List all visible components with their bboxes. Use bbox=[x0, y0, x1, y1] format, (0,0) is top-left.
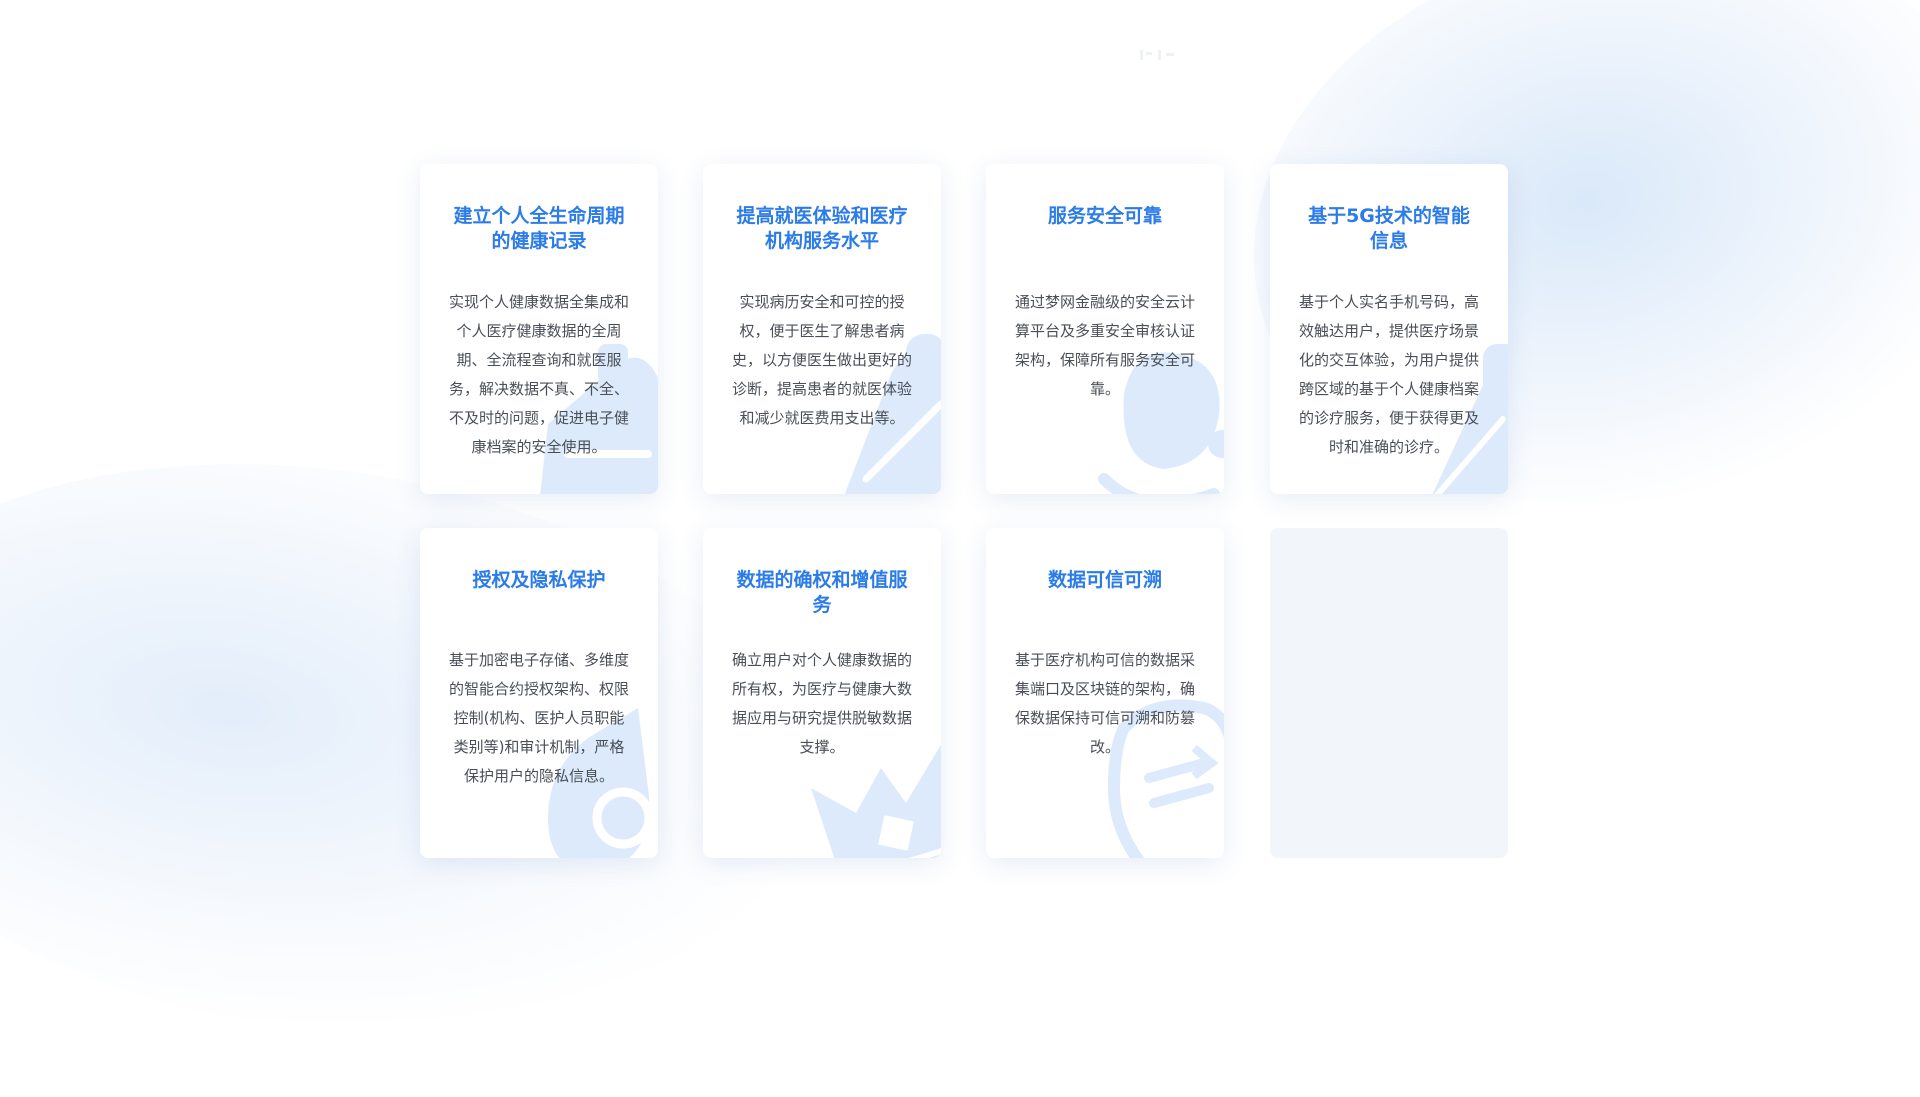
feature-card-health-record: 建立个人全生命周期的健康记录 实现个人健康数据全集成和个人医疗健康数据的全周期、… bbox=[420, 164, 658, 494]
feature-card-medical-experience: 提高就医体验和医疗机构服务水平 实现病历安全和可控的授权，便于医生了解患者病史，… bbox=[703, 164, 941, 494]
feature-card-service-security: 服务安全可靠 通过梦网金融级的安全云计算平台及多重安全审核认证架构，保障所有服务… bbox=[986, 164, 1224, 494]
card-title: 数据的确权和增值服务 bbox=[736, 569, 908, 616]
card-description: 通过梦网金融级的安全云计算平台及多重安全审核认证架构，保障所有服务安全可靠。 bbox=[1014, 293, 1195, 398]
card-title: 提高就医体验和医疗机构服务水平 bbox=[736, 205, 908, 252]
card-description: 基于加密电子存储、多维度的智能合约授权架构、权限控制(机构、医护人员职能类别等)… bbox=[448, 651, 629, 785]
card-description: 实现个人健康数据全集成和个人医疗健康数据的全周期、全流程查询和就医服务，解决数据… bbox=[448, 293, 629, 456]
card-description: 基于个人实名手机号码，高效触达用户，提供医疗场景化的交互体验，为用户提供跨区域的… bbox=[1298, 293, 1479, 456]
feature-card-5g-info: 基于5G技术的智能信息 基于个人实名手机号码，高效触达用户，提供医疗场景化的交互… bbox=[1270, 164, 1508, 494]
card-title: 基于5G技术的智能信息 bbox=[1308, 205, 1470, 252]
header-logo-icon bbox=[1140, 50, 1174, 60]
feature-card-privacy: 授权及隐私保护 基于加密电子存储、多维度的智能合约授权架构、权限控制(机构、医护… bbox=[420, 528, 658, 858]
card-title: 建立个人全生命周期的健康记录 bbox=[453, 205, 625, 252]
feature-card-placeholder bbox=[1270, 528, 1508, 858]
card-description: 实现病历安全和可控的授权，便于医生了解患者病史，以方便医生做出更好的诊断，提高患… bbox=[731, 293, 912, 427]
feature-card-data-rights: 数据的确权和增值服务 确立用户对个人健康数据的所有权，为医疗与健康大数据应用与研… bbox=[703, 528, 941, 858]
card-title: 数据可信可溯 bbox=[1047, 569, 1162, 591]
card-title: 授权及隐私保护 bbox=[472, 569, 606, 591]
card-title: 服务安全可靠 bbox=[1047, 205, 1162, 227]
feature-card-data-traceable: 数据可信可溯 基于医疗机构可信的数据采集端口及区块链的架构，确保数据保持可信可溯… bbox=[986, 528, 1224, 858]
card-description: 确立用户对个人健康数据的所有权，为医疗与健康大数据应用与研究提供脱敏数据支撑。 bbox=[731, 651, 912, 756]
card-description: 基于医疗机构可信的数据采集端口及区块链的架构，确保数据保持可信可溯和防篡改。 bbox=[1014, 651, 1195, 756]
